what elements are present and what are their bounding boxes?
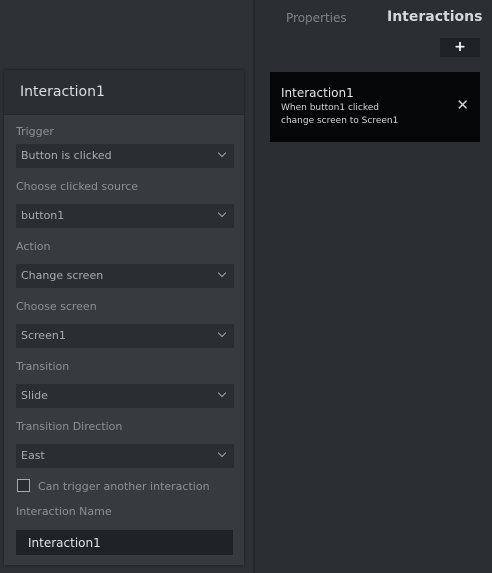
trigger-select[interactable]: Button is clicked [16, 144, 234, 168]
source-label: Choose clicked source [16, 180, 139, 193]
panel-title: Interaction1 [20, 84, 105, 100]
chevron-down-icon [217, 268, 227, 278]
direction-select[interactable]: East [16, 444, 234, 468]
close-icon[interactable]: ✕ [456, 98, 469, 113]
interaction-name-label: Interaction Name [16, 505, 112, 518]
action-label: Action [16, 240, 51, 253]
source-select[interactable]: button1 [16, 204, 234, 228]
chevron-down-icon [217, 328, 227, 338]
interaction-card-desc-line1: When button1 clicked [281, 103, 380, 113]
chain-interaction-label: Can trigger another interaction [38, 480, 210, 493]
screen-select[interactable]: Screen1 [16, 324, 234, 348]
interaction-card-desc-line2: change screen to Screen1 [281, 116, 399, 126]
add-interaction-button[interactable]: + [440, 38, 480, 57]
trigger-select-value: Button is clicked [21, 149, 112, 162]
action-select[interactable]: Change screen [16, 264, 234, 288]
chain-interaction-checkbox[interactable] [17, 479, 30, 492]
panel-header: Interaction1 [4, 70, 244, 115]
chevron-down-icon [217, 148, 227, 158]
action-select-value: Change screen [21, 269, 104, 282]
tab-interactions[interactable]: Interactions [387, 9, 482, 25]
tab-properties[interactable]: Properties [286, 11, 347, 25]
direction-label: Transition Direction [16, 420, 123, 433]
chevron-down-icon [217, 388, 227, 398]
source-select-value: button1 [21, 209, 65, 222]
chevron-down-icon [217, 448, 227, 458]
plus-icon: + [454, 39, 466, 55]
interaction-card-title: Interaction1 [281, 86, 354, 100]
trigger-label: Trigger [16, 125, 54, 138]
direction-select-value: East [21, 449, 45, 462]
screen-label: Choose screen [16, 300, 97, 313]
chevron-down-icon [217, 208, 227, 218]
interaction-card-description: When button1 clicked change screen to Sc… [281, 102, 469, 128]
interaction-card[interactable]: Interaction1 When button1 clicked change… [270, 72, 480, 142]
transition-label: Transition [16, 360, 70, 373]
transition-select[interactable]: Slide [16, 384, 234, 408]
transition-select-value: Slide [21, 389, 48, 402]
interaction-name-input[interactable] [16, 530, 233, 555]
interaction-editor-panel: Interaction1 Trigger Button is clicked C… [4, 70, 244, 565]
screen-select-value: Screen1 [21, 329, 66, 342]
